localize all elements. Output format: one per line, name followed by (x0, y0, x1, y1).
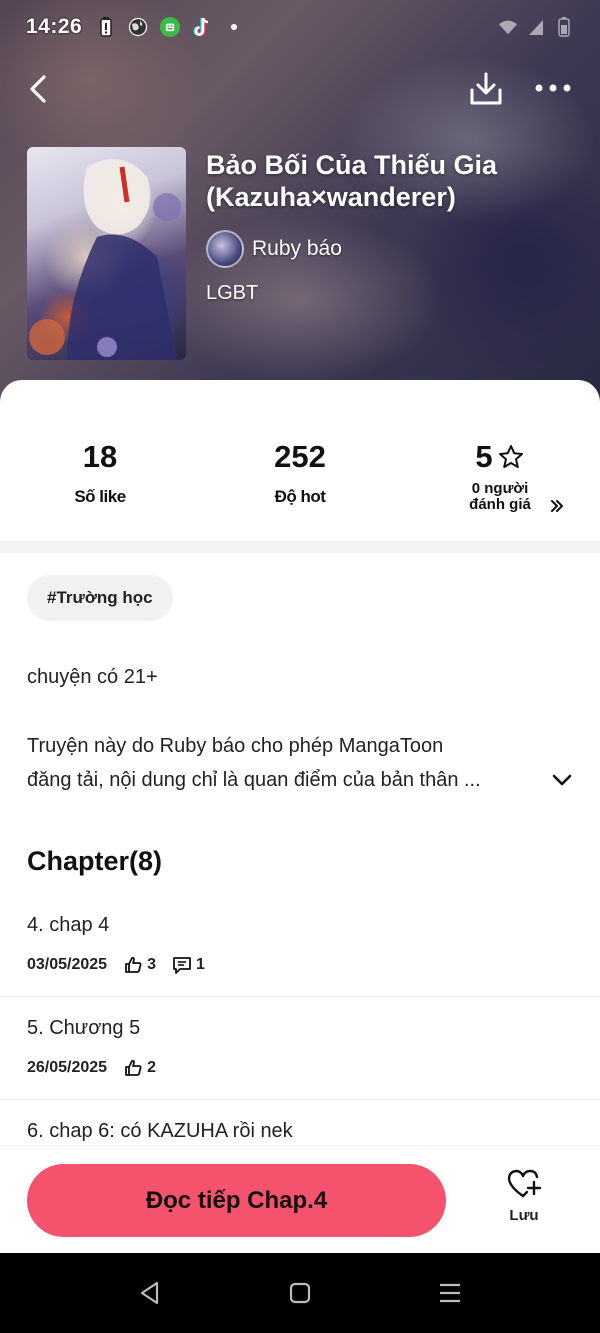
book-cover-image[interactable] (27, 147, 186, 360)
thumbs-up-icon (125, 1059, 142, 1076)
book-title: Bảo Bối Của Thiếu Gia (Kazuha×wanderer) (206, 150, 498, 212)
chapters-heading: Chapter(8) (27, 846, 163, 876)
chapter-title: 4. chap 4 (27, 914, 110, 936)
chapter-date: 03/05/2025 (27, 956, 108, 973)
menu-lines-icon (440, 1283, 460, 1303)
save-label: Lưu (509, 1207, 539, 1224)
heart-add-icon (507, 1169, 542, 1198)
chapter-likes-count: 2 (147, 1059, 156, 1076)
stat-hot: 252 Độ hot (210, 435, 390, 507)
chapter-comments-count: 1 (195, 956, 205, 973)
star-outline-icon (498, 445, 523, 468)
more-options-button[interactable] (534, 78, 574, 98)
author-link[interactable]: Ruby báo (206, 230, 342, 268)
description-line: Truyện này do Ruby báo cho phép MangaToo… (27, 735, 444, 757)
cover-illustration (29, 159, 181, 360)
status-time: 14:26 (26, 15, 83, 38)
chapter-title: 6. chap 6: có KAZUHA rồi nek (27, 1120, 293, 1142)
save-button[interactable]: Lưu (490, 1168, 558, 1238)
chevron-right-double-icon[interactable] (548, 498, 566, 514)
top-navigation (0, 66, 600, 112)
system-back-button[interactable] (137, 1280, 163, 1306)
hot-label: Độ hot (274, 487, 326, 506)
rating-value: 5 (475, 439, 493, 474)
likes-label: Số like (74, 487, 126, 506)
tag-chip[interactable]: #Trường học (27, 575, 173, 621)
comment-icon (173, 957, 191, 974)
battery-icon (554, 17, 574, 37)
chapter-title: 5. Chương 5 (27, 1017, 141, 1039)
section-divider (0, 541, 600, 553)
status-bar: 14:26 (0, 0, 600, 54)
signal-icon (526, 17, 546, 37)
android-app-icon (160, 17, 181, 37)
tiktok-icon (192, 17, 212, 37)
chapter-item[interactable]: 4. chap 4 03/05/2025 3 1 (0, 900, 600, 996)
description-line: đăng tải, nội dung chỉ là quan điểm của … (27, 769, 481, 791)
chapter-likes: 2 (123, 1058, 156, 1078)
chapter-date: 26/05/2025 (27, 1059, 108, 1076)
globe-icon (128, 17, 148, 37)
rating-value-wrap: 5 (475, 435, 524, 479)
notification-dot-icon (224, 17, 244, 37)
bottom-action-bar: Đọc tiếp Chap.4 Lưu (0, 1145, 600, 1253)
chapter-item[interactable]: 6. chap 6: có KAZUHA rồi nek (0, 1103, 600, 1145)
stats-row: 18 Số like 252 Độ hot 5 0 người đánh giá (0, 435, 600, 535)
thumbs-up-icon (125, 956, 142, 973)
genre-label[interactable]: LGBT (206, 282, 258, 305)
rating-count-line1: 0 người (471, 480, 529, 497)
status-notification-icons (96, 17, 244, 37)
row-divider (0, 1099, 600, 1100)
chapter-item[interactable]: 5. Chương 5 26/05/2025 2 (0, 1000, 600, 1098)
author-avatar (206, 230, 244, 268)
row-divider (0, 996, 600, 997)
chapter-comments: 1 (172, 955, 205, 975)
download-button[interactable] (467, 70, 505, 108)
chapter-likes: 3 (123, 955, 156, 975)
author-name: Ruby báo (252, 237, 342, 260)
back-button[interactable] (22, 72, 56, 106)
download-icon (470, 72, 502, 105)
likes-value: 18 (82, 439, 118, 474)
system-home-button[interactable] (287, 1280, 313, 1306)
more-dots-icon (535, 84, 571, 92)
continue-reading-button[interactable]: Đọc tiếp Chap.4 (27, 1164, 446, 1237)
wifi-icon (498, 17, 518, 37)
chapter-likes-count: 3 (147, 956, 156, 973)
stat-likes: 18 Số like (10, 435, 190, 507)
triangle-back-icon (140, 1281, 159, 1305)
system-navigation-bar (0, 1253, 600, 1333)
square-home-icon (289, 1282, 311, 1304)
chapter-meta: 03/05/2025 3 1 (27, 955, 205, 975)
hot-value: 252 (274, 439, 326, 474)
system-menu-button[interactable] (437, 1280, 463, 1306)
status-system-icons (498, 17, 574, 37)
chapter-meta: 26/05/2025 2 (27, 1058, 156, 1078)
chevron-left-icon (30, 75, 46, 103)
battery-alert-icon (96, 17, 116, 37)
description-line: chuyện có 21+ (27, 666, 158, 688)
chevron-down-icon[interactable] (550, 770, 574, 790)
